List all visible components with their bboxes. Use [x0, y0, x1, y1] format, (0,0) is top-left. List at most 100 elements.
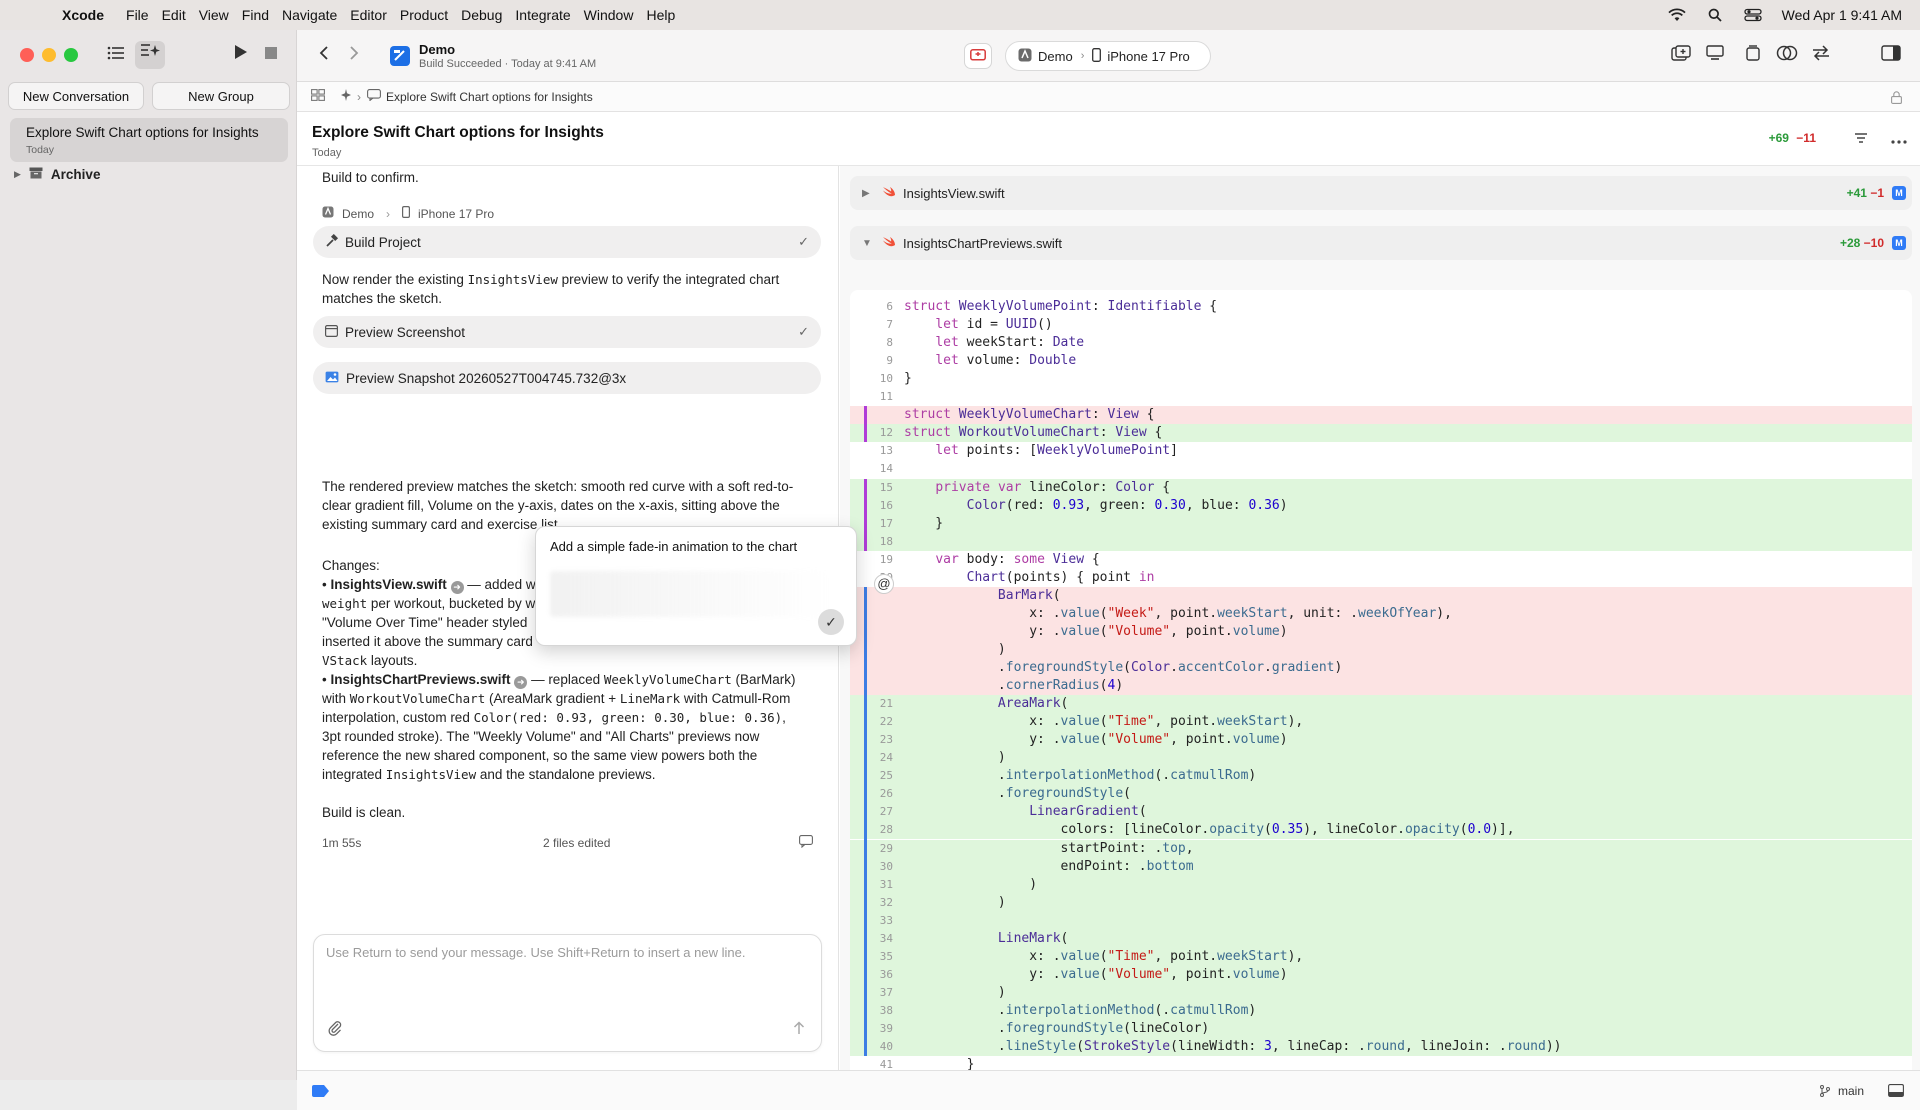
file-diff-header-insightsview[interactable]: ▶ InsightsView.swift +41 −1 M	[850, 176, 1912, 210]
code-line-added[interactable]: 36 y: .value("Volume", point.volume)	[850, 965, 1912, 984]
code-line-added[interactable]: 16 Color(red: 0.93, green: 0.30, blue: 0…	[850, 496, 1912, 515]
disclosure-chevron-icon[interactable]: ▶	[862, 188, 876, 199]
code-line-removed[interactable]: .foregroundStyle(Color.accentColor.gradi…	[850, 659, 1912, 677]
coding-assistant-icon[interactable]	[135, 41, 165, 69]
snapshot-attachment[interactable]: Preview Snapshot 20260527T004745.732@3x	[313, 362, 821, 394]
code-line-removed[interactable]: x: .value("Week", point.weekStart, unit:…	[850, 604, 1912, 623]
file-diff-header-chartpreviews[interactable]: ▼ InsightsChartPreviews.swift +28 −10 M	[850, 226, 1912, 260]
code-line-added[interactable]: 26 .foregroundStyle(	[850, 785, 1912, 804]
menu-editor[interactable]: Editor	[350, 7, 387, 23]
code-line-added[interactable]: 17 }	[850, 514, 1912, 533]
code-line[interactable]: 10}	[850, 370, 1912, 388]
tag-icon[interactable]	[312, 1085, 330, 1100]
menu-product[interactable]: Product	[400, 7, 448, 23]
code-line-added[interactable]: 34 LineMark(	[850, 929, 1912, 948]
scheme-selector[interactable]: Demo › iPhone 17 Pro	[1005, 41, 1211, 71]
forward-icon[interactable]	[339, 42, 369, 70]
control-center-icon[interactable]	[1743, 8, 1762, 22]
menu-clock[interactable]: Wed Apr 1 9:41 AM	[1782, 7, 1902, 23]
code-line-added[interactable]: 31 )	[850, 875, 1912, 894]
code-line-added[interactable]: 39 .foregroundStyle(lineColor)	[850, 1020, 1912, 1038]
code-line-added[interactable]: 30 endPoint: .bottom	[850, 857, 1912, 876]
code-line[interactable]: 19 var body: some View {	[850, 551, 1912, 569]
menu-file[interactable]: File	[126, 7, 149, 23]
debug-area-toggle-icon[interactable]	[1888, 1084, 1904, 1100]
new-group-button[interactable]: New Group	[152, 82, 290, 110]
navigator-toggle-icon[interactable]	[101, 41, 131, 69]
code-line-added[interactable]: 37 )	[850, 983, 1912, 1002]
tool-call-build-project[interactable]: Build Project ✓	[313, 226, 821, 258]
stop-button-icon[interactable]	[256, 41, 286, 69]
menu-debug[interactable]: Debug	[461, 7, 502, 23]
menu-app[interactable]: Xcode	[62, 7, 104, 23]
code-line-added[interactable]: 40 .lineStyle(StrokeStyle(lineWidth: 3, …	[850, 1038, 1912, 1057]
filter-icon[interactable]	[1846, 125, 1876, 153]
code-line[interactable]: 14	[850, 460, 1912, 478]
code-line-removed[interactable]: BarMark(	[850, 586, 1912, 605]
code-line-added[interactable]: 18	[850, 532, 1912, 551]
at-mention-icon[interactable]: @	[874, 574, 894, 594]
feedback-icon[interactable]	[799, 835, 813, 851]
branch-name[interactable]: main	[1838, 1084, 1864, 1098]
files-edited-count[interactable]: 2 files edited	[543, 836, 610, 850]
code-line-added[interactable]: 33	[850, 911, 1912, 930]
back-icon[interactable]	[309, 42, 339, 70]
jump-arrow-icon[interactable]: ➜	[514, 676, 528, 689]
issue-icon[interactable]	[964, 43, 992, 69]
run-button-icon[interactable]	[226, 41, 256, 69]
file-name[interactable]: InsightsView.swift	[330, 577, 446, 592]
code-line[interactable]: 6 struct WeeklyVolumePoint: Identifiable …	[850, 298, 1912, 316]
lock-icon[interactable]	[1891, 91, 1902, 107]
menu-help[interactable]: Help	[646, 7, 675, 23]
library-icon[interactable]	[1666, 42, 1696, 70]
code-line-added[interactable]: 25 .interpolationMethod(.catmullRom)	[850, 767, 1912, 786]
code-diff-view[interactable]: 6 struct WeeklyVolumePoint: Identifiable …	[850, 290, 1912, 1070]
new-conversation-button[interactable]: New Conversation	[8, 82, 144, 110]
archive-group[interactable]: ▶ Archive	[14, 167, 100, 182]
code-line-removed[interactable]: )	[850, 640, 1912, 659]
code-line-added[interactable]: 27 LinearGradient(	[850, 803, 1912, 822]
code-line-removed[interactable]: y: .value("Volume", point.volume)	[850, 622, 1912, 641]
code-line[interactable]: 7 let id = UUID()	[850, 316, 1912, 334]
menu-find[interactable]: Find	[242, 7, 269, 23]
tab-breadcrumb-label[interactable]: Explore Swift Chart options for Insights	[386, 90, 593, 104]
disclosure-chevron-icon[interactable]: ▼	[862, 238, 876, 249]
code-line[interactable]: 9 let volume: Double	[850, 352, 1912, 370]
wifi-icon[interactable]	[1667, 8, 1686, 22]
code-line-added[interactable]: 24 )	[850, 749, 1912, 768]
swap-editor-icon[interactable]	[1806, 42, 1836, 70]
menu-view[interactable]: View	[199, 7, 229, 23]
code-line-added[interactable]: 23 y: .value("Volume", point.volume)	[850, 731, 1912, 750]
code-line[interactable]: 8 let weekStart: Date	[850, 334, 1912, 352]
editor-options-icon[interactable]	[1738, 42, 1768, 70]
prompt-input[interactable]: Add a simple fade-in animation to the ch…	[550, 539, 797, 554]
disclosure-chevron-icon[interactable]: ▶	[14, 169, 21, 180]
review-changes-icon[interactable]	[1772, 42, 1802, 70]
canvas-preview-icon[interactable]	[1700, 42, 1730, 70]
file-name[interactable]: InsightsChartPreviews.swift	[330, 672, 510, 687]
close-window-button[interactable]	[20, 48, 34, 62]
code-line-added[interactable]: 12 struct WorkoutVolumeChart: View {	[850, 424, 1912, 443]
code-line-added[interactable]: 32 )	[850, 893, 1912, 912]
more-options-icon[interactable]	[1884, 125, 1914, 153]
code-line[interactable]: 20 Chart(points) { point in	[850, 569, 1912, 587]
submit-prompt-icon[interactable]: ✓	[818, 609, 844, 635]
code-line-removed[interactable]: struct WeeklyVolumeChart: View {	[850, 406, 1912, 425]
minimize-window-button[interactable]	[42, 48, 56, 62]
menu-edit[interactable]: Edit	[162, 7, 186, 23]
code-line-added[interactable]: 22 x: .value("Time", point.weekStart),	[850, 713, 1912, 732]
code-line-added[interactable]: 38 .interpolationMethod(.catmullRom)	[850, 1001, 1912, 1020]
message-input[interactable]	[326, 945, 806, 995]
conversation-list-item[interactable]: Explore Swift Chart options for Insights…	[10, 118, 288, 162]
paperclip-attach-icon[interactable]	[328, 1020, 342, 1039]
code-line-removed[interactable]: .cornerRadius(4)	[850, 677, 1912, 696]
code-line-added[interactable]: 15 private var lineColor: Color {	[850, 478, 1912, 497]
code-line-added[interactable]: 21 AreaMark(	[850, 695, 1912, 714]
code-line-added[interactable]: 35 x: .value("Time", point.weekStart),	[850, 947, 1912, 966]
code-line[interactable]: 11	[850, 388, 1912, 406]
jump-arrow-icon[interactable]: ➜	[450, 581, 464, 594]
send-arrow-icon[interactable]	[789, 1021, 809, 1041]
code-line[interactable]: 41 }	[850, 1056, 1912, 1070]
zoom-window-button[interactable]	[64, 48, 78, 62]
menu-integrate[interactable]: Integrate	[515, 7, 570, 23]
